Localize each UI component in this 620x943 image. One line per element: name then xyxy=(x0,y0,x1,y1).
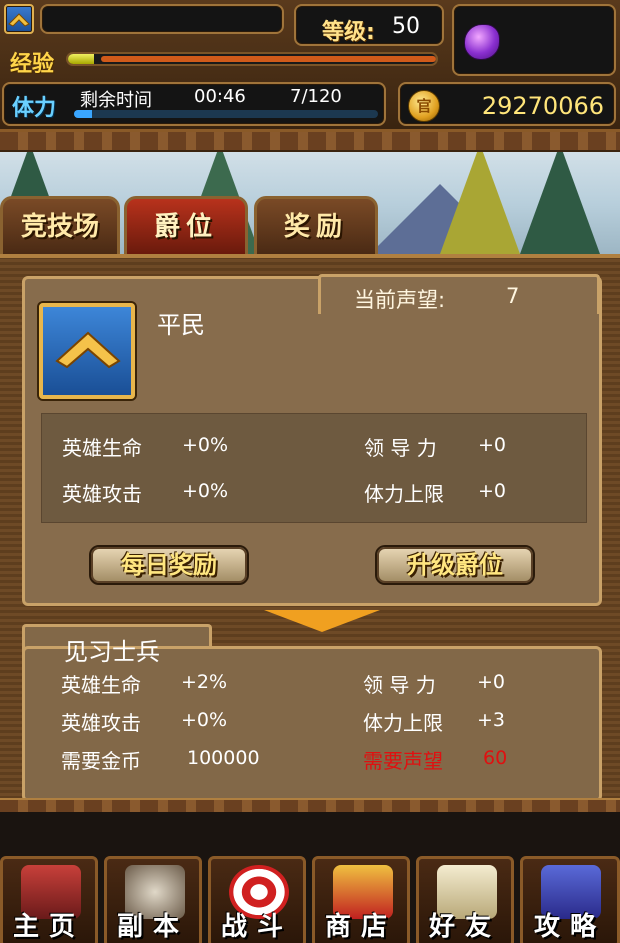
nav-shop[interactable]: 商店 xyxy=(312,856,410,943)
stamina-label: 体力 xyxy=(12,96,57,121)
stat-label: 英雄攻击 xyxy=(61,711,141,735)
gold-box[interactable]: 官 29270066 xyxy=(398,82,616,126)
stat-label: 英雄生命 xyxy=(61,673,141,697)
stat-label: 体力上限 xyxy=(363,711,443,735)
nav-guide[interactable]: 攻略 xyxy=(520,856,620,943)
reputation-label: 当前声望: xyxy=(354,288,446,312)
reputation-value: 7 xyxy=(506,284,520,308)
rank-panel: 平民 英雄生命 +0% 英雄攻击 +0% 领 导 力 +0 体力上限 +0 每日… xyxy=(0,254,620,802)
exp-label: 经验 xyxy=(10,52,55,77)
stamina-bar-fill xyxy=(74,110,93,118)
stamina-value: 7/120 xyxy=(290,86,342,107)
gem-box[interactable] xyxy=(452,4,616,76)
stat-label: 领 导 力 xyxy=(364,436,437,460)
exp-bar-fill xyxy=(68,54,94,64)
rope-border xyxy=(0,798,620,812)
nav-label: 主页 xyxy=(12,912,85,942)
nav-home[interactable]: 主页 xyxy=(0,856,98,943)
coin-icon: 官 xyxy=(408,90,440,122)
stat-value: +0 xyxy=(478,480,507,502)
stat-label: 英雄生命 xyxy=(62,436,142,460)
bottom-nav: 主页 副本 战斗 商店 好友 攻略 xyxy=(0,812,620,943)
stat-value-required-reputation: 60 xyxy=(483,747,508,769)
nav-label: 攻略 xyxy=(533,912,606,942)
stat-label: 领 导 力 xyxy=(363,673,436,697)
exp-bar xyxy=(66,52,438,66)
next-rank-name: 见习士兵 xyxy=(64,638,160,666)
tree-decor xyxy=(520,144,600,254)
exp-bar-track xyxy=(101,56,436,62)
next-rank-card: 英雄生命 +2% 英雄攻击 +0% 需要金币 100000 领 导 力 +0 体… xyxy=(22,646,602,802)
remaining-time-label: 剩余时间 xyxy=(80,90,152,111)
current-stats-block: 英雄生命 +0% 英雄攻击 +0% 领 导 力 +0 体力上限 +0 xyxy=(41,413,587,523)
gold-amount: 29270066 xyxy=(481,92,604,120)
stat-value: +0 xyxy=(478,434,507,456)
tab-arena[interactable]: 竞技场 xyxy=(0,196,120,254)
stat-value: +0% xyxy=(182,480,229,502)
stat-label-required-reputation: 需要声望 xyxy=(363,749,443,773)
tab-reward[interactable]: 奖励 xyxy=(254,196,378,254)
nav-label: 战斗 xyxy=(220,912,293,942)
stat-value: +2% xyxy=(181,671,228,693)
current-rank-name: 平民 xyxy=(157,311,205,339)
arrow-down-icon xyxy=(264,610,380,632)
level-value: 50 xyxy=(392,14,420,39)
upgrade-rank-button[interactable]: 升级爵位 xyxy=(375,545,535,585)
player-name-bar xyxy=(40,4,284,34)
rank-badge-icon[interactable] xyxy=(4,4,34,34)
rank-chevron-icon xyxy=(39,303,135,399)
level-box: 等级: 50 xyxy=(294,4,444,46)
tree-decor xyxy=(440,144,520,254)
current-rank-card: 平民 英雄生命 +0% 英雄攻击 +0% 领 导 力 +0 体力上限 +0 每日… xyxy=(22,276,602,606)
daily-reward-button[interactable]: 每日奖励 xyxy=(89,545,249,585)
stat-value: +3 xyxy=(477,709,506,731)
level-label: 等级: xyxy=(322,20,375,45)
stamina-box[interactable]: 体力 剩余时间 00:46 7/120 xyxy=(2,82,386,126)
remaining-time: 00:46 xyxy=(194,86,246,107)
stat-value: +0% xyxy=(182,434,229,456)
stamina-bar xyxy=(74,110,378,118)
stat-value: +0% xyxy=(181,709,228,731)
top-hud: 等级: 50 经验 体力 剩余时间 00:46 7/120 官 29270066 xyxy=(0,0,620,132)
nav-battle[interactable]: 战斗 xyxy=(208,856,306,943)
nav-dungeon[interactable]: 副本 xyxy=(104,856,202,943)
nav-label: 商店 xyxy=(324,912,397,942)
nav-label: 副本 xyxy=(116,912,189,942)
stat-label: 英雄攻击 xyxy=(62,482,142,506)
gem-icon xyxy=(464,24,500,60)
rope-border xyxy=(0,132,620,152)
stat-label: 需要金币 xyxy=(61,749,141,773)
stat-value: +0 xyxy=(477,671,506,693)
nav-label: 好友 xyxy=(428,912,501,942)
stat-label: 体力上限 xyxy=(364,482,444,506)
tab-rank[interactable]: 爵位 xyxy=(124,196,248,254)
stat-value: 100000 xyxy=(187,747,260,769)
nav-friends[interactable]: 好友 xyxy=(416,856,514,943)
